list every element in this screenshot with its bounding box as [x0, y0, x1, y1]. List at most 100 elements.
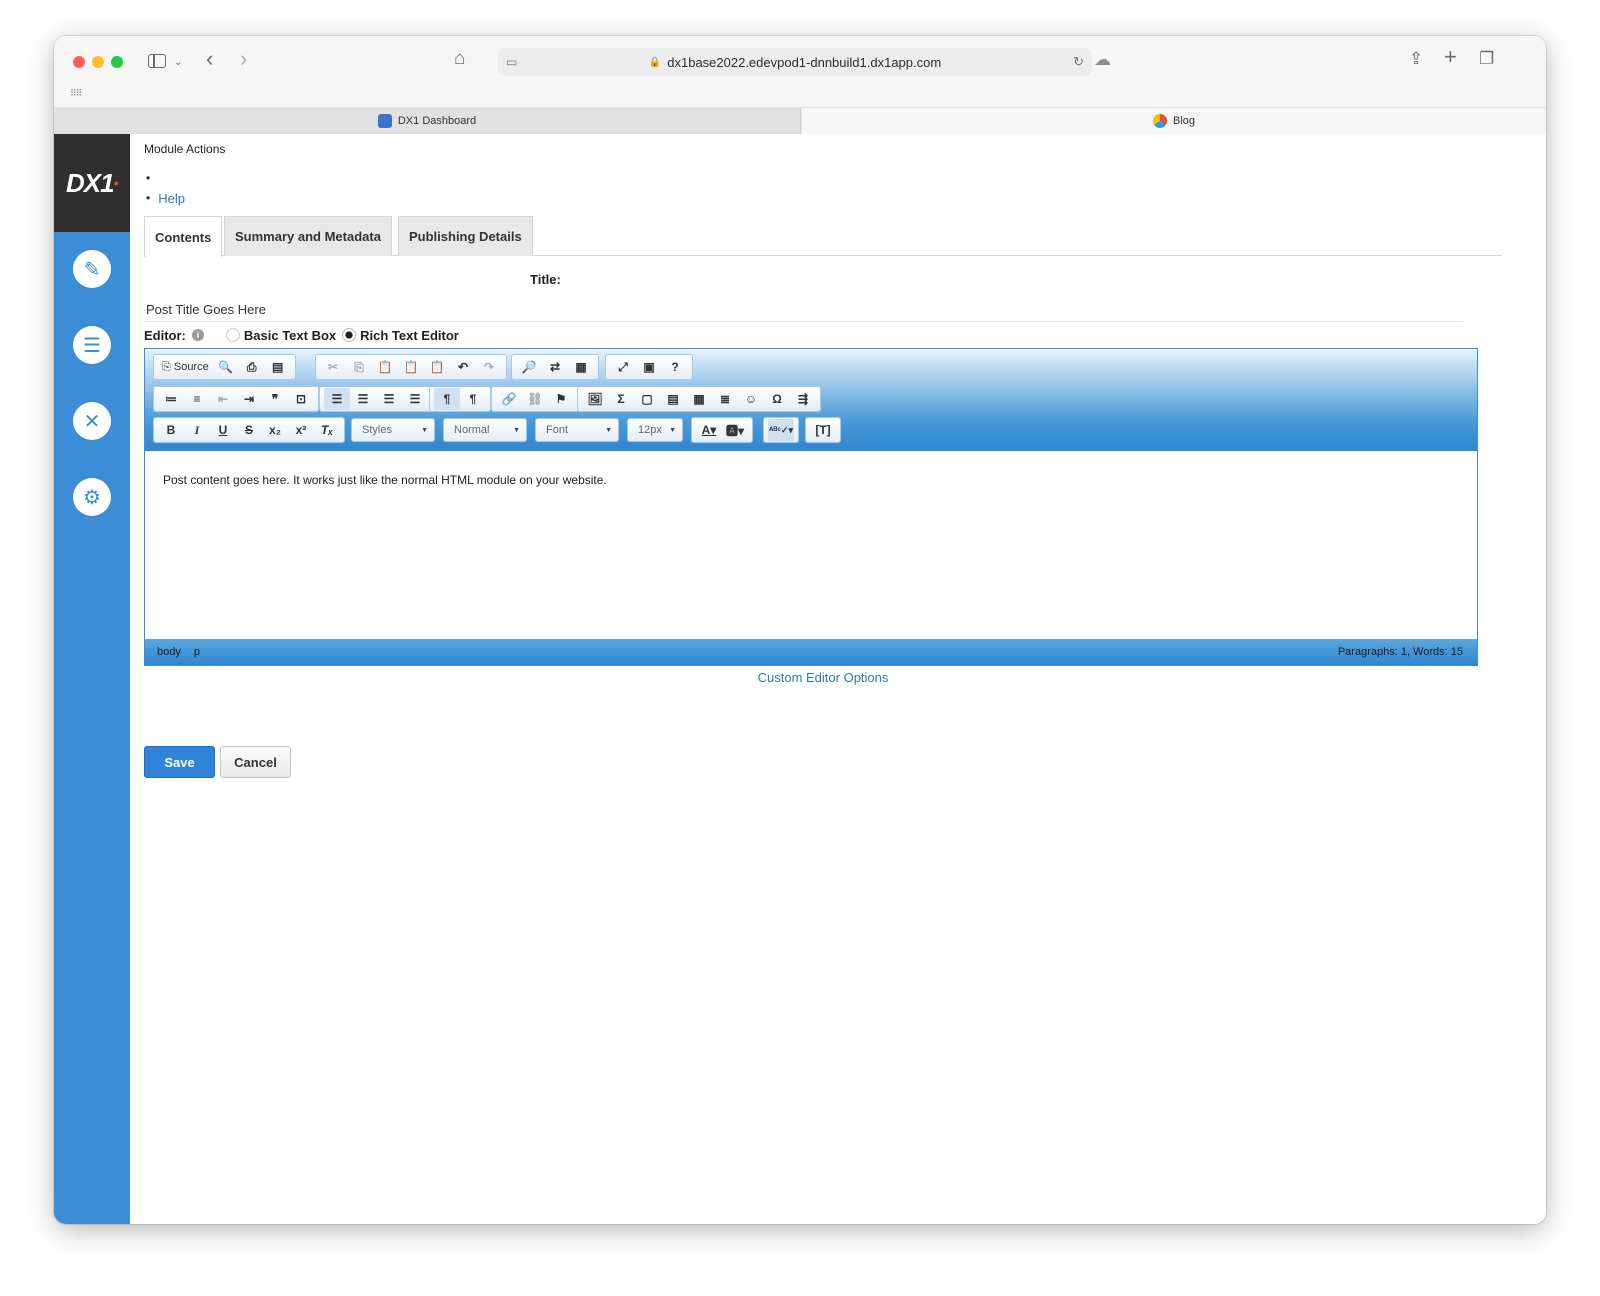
ltr-icon[interactable]: ¶: [434, 388, 460, 410]
italic-icon[interactable]: I: [184, 419, 210, 441]
chevron-down-icon[interactable]: ⌄: [174, 54, 182, 72]
rtl-icon[interactable]: ¶: [460, 388, 486, 410]
subscript-icon[interactable]: x₂: [262, 419, 288, 441]
custom-editor-options-link[interactable]: Custom Editor Options: [144, 670, 1502, 685]
anchor-icon[interactable]: ⚑: [548, 388, 574, 410]
increase-indent-icon[interactable]: ⇥: [236, 388, 262, 410]
settings-button[interactable]: ⚙: [73, 478, 111, 516]
paste-text-icon[interactable]: 📋: [398, 356, 424, 378]
editor-paragraph[interactable]: Post content goes here. It works just li…: [163, 473, 1459, 487]
link-icon[interactable]: 🔗: [496, 388, 522, 410]
iframe-icon[interactable]: ▤: [660, 388, 686, 410]
bold-icon[interactable]: B: [158, 419, 184, 441]
tab-summary-and-metadata[interactable]: Summary and Metadata: [224, 216, 392, 256]
align-right-icon[interactable]: ☰: [376, 388, 402, 410]
module-actions-label[interactable]: Module Actions: [144, 142, 225, 156]
horizontal-line-icon[interactable]: ≣: [712, 388, 738, 410]
title-input[interactable]: [144, 298, 1462, 322]
edit-button[interactable]: ✎: [73, 250, 111, 288]
decrease-indent-icon[interactable]: ⇤: [210, 388, 236, 410]
maximize-icon[interactable]: ⤢: [610, 356, 636, 378]
styles-dropdown[interactable]: Styles ▼: [351, 418, 435, 442]
main-content: Module Actions Help Contents Summary and…: [144, 134, 1546, 1224]
text-field-icon[interactable]: [T]: [810, 419, 836, 441]
paste-icon[interactable]: 📋: [372, 356, 398, 378]
superscript-icon[interactable]: x²: [288, 419, 314, 441]
cloud-icon[interactable]: ☁: [1094, 51, 1111, 69]
replace-icon[interactable]: ⇄: [542, 356, 568, 378]
basic-text-box-radio[interactable]: [225, 328, 240, 342]
browser-tab-blog[interactable]: Blog: [802, 108, 1546, 134]
cancel-button[interactable]: Cancel: [220, 746, 291, 778]
table-icon[interactable]: ▦: [686, 388, 712, 410]
browser-tab-dx1-dashboard[interactable]: DX1 Dashboard: [54, 108, 801, 134]
blockquote-icon[interactable]: ❞: [262, 388, 288, 410]
tab-contents[interactable]: Contents: [144, 216, 223, 257]
image-icon[interactable]: 🖼: [582, 388, 608, 410]
new-tab-icon[interactable]: +: [1444, 46, 1457, 68]
find-icon[interactable]: 🔎: [516, 356, 542, 378]
copy-icon[interactable]: ⎘: [346, 356, 372, 378]
save-button[interactable]: Save: [144, 746, 215, 778]
list-item: Help: [146, 188, 185, 208]
rich-text-editor-label[interactable]: Rich Text Editor: [360, 328, 459, 343]
content-button[interactable]: ☰: [73, 326, 111, 364]
format-dropdown[interactable]: Normal ▼: [443, 418, 527, 442]
source-button[interactable]: ⎘ Source: [158, 356, 213, 378]
font-size-dropdown[interactable]: 12px ▼: [627, 418, 683, 442]
cut-icon[interactable]: ✂: [320, 356, 346, 378]
smiley-icon[interactable]: ☺: [738, 388, 764, 410]
underline-icon[interactable]: U: [210, 419, 236, 441]
spellcheck-icon[interactable]: ᴬᴮᶜ✓▾: [768, 419, 794, 441]
undo-icon[interactable]: ↶: [450, 356, 476, 378]
preview-icon[interactable]: 🔍: [213, 356, 239, 378]
sidebar-toggle-icon[interactable]: [148, 54, 166, 68]
editor-content-area[interactable]: Post content goes here. It works just li…: [145, 451, 1477, 639]
strikethrough-icon[interactable]: S: [236, 419, 262, 441]
remove-format-icon[interactable]: Tₓ: [314, 419, 340, 441]
create-div-icon[interactable]: ⊡: [288, 388, 314, 410]
unlink-icon[interactable]: ⛓: [522, 388, 548, 410]
media-icon[interactable]: ▢: [634, 388, 660, 410]
info-icon[interactable]: i: [191, 329, 204, 341]
path-item-body[interactable]: body: [157, 646, 181, 658]
dx1-logo[interactable]: DX1 ●: [54, 134, 130, 232]
back-icon[interactable]: ‹: [206, 48, 213, 70]
tab-overview-icon[interactable]: ❐: [1479, 50, 1494, 68]
special-character-icon[interactable]: Ω: [764, 388, 790, 410]
bulleted-list-icon[interactable]: ≡: [184, 388, 210, 410]
justify-icon[interactable]: ☰: [402, 388, 428, 410]
page-break-icon[interactable]: ⇶: [790, 388, 816, 410]
numbered-list-icon[interactable]: ≔: [158, 388, 184, 410]
math-icon[interactable]: Σ: [608, 388, 634, 410]
text-color-icon[interactable]: A▾: [696, 419, 722, 441]
path-item-p[interactable]: p: [194, 646, 200, 658]
zoom-window-button[interactable]: [111, 56, 123, 68]
tab-publishing-details[interactable]: Publishing Details: [398, 216, 533, 256]
help-icon[interactable]: ?: [662, 356, 688, 378]
forward-icon[interactable]: ›: [240, 48, 247, 70]
select-all-icon[interactable]: ▦: [568, 356, 594, 378]
rich-text-editor-radio[interactable]: [342, 328, 357, 342]
templates-icon[interactable]: ▤: [265, 356, 291, 378]
basic-text-box-label[interactable]: Basic Text Box: [244, 328, 336, 343]
redo-icon[interactable]: ↷: [476, 356, 502, 378]
paste-word-icon[interactable]: 📋: [424, 356, 450, 378]
tools-button[interactable]: ✕: [73, 402, 111, 440]
align-center-icon[interactable]: ☰: [350, 388, 376, 410]
address-bar[interactable]: ▭ 🔒 dx1base2022.edevpod1-dnnbuild1.dx1ap…: [498, 48, 1092, 76]
background-color-icon[interactable]: 🅰▾: [722, 419, 748, 441]
minimize-window-button[interactable]: [92, 56, 104, 68]
paragraph-toolbar-group: ≔ ≡ ⇤ ⇥ ❞ ⊡: [153, 386, 319, 412]
share-icon[interactable]: ⇪: [1409, 50, 1423, 68]
print-icon[interactable]: ⎙: [239, 356, 265, 378]
show-blocks-icon[interactable]: ▣: [636, 356, 662, 378]
close-window-button[interactable]: [73, 56, 85, 68]
reload-icon[interactable]: ↻: [1073, 54, 1084, 70]
page-settings-icon[interactable]: ▭: [506, 55, 517, 69]
tab-grid-icon[interactable]: ⠿⠿: [70, 88, 82, 99]
align-left-icon[interactable]: ☰: [324, 388, 350, 410]
font-dropdown[interactable]: Font ▼: [535, 418, 619, 442]
home-icon[interactable]: ⌂: [454, 49, 465, 68]
help-link[interactable]: Help: [158, 191, 185, 206]
